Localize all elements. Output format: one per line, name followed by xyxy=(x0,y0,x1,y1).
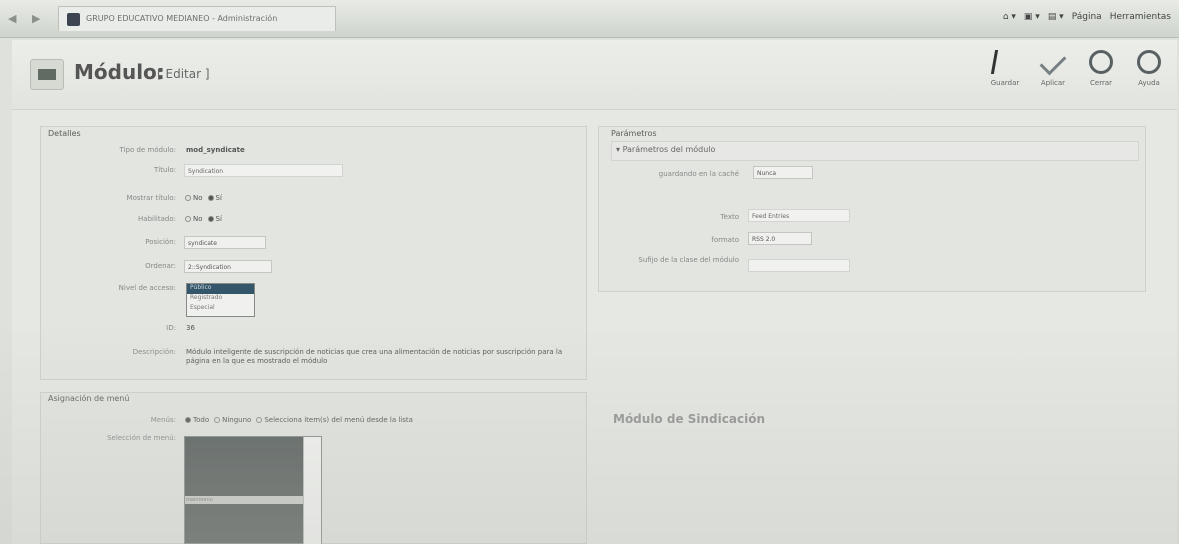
apply-button[interactable]: Aplicar xyxy=(1033,48,1073,87)
text-input[interactable]: Feed Entries xyxy=(748,209,850,222)
module-parameters-header[interactable]: ▾ Parámetros del módulo xyxy=(611,141,1139,161)
access-option-special[interactable]: Especial xyxy=(187,304,254,314)
show-title-no-radio[interactable] xyxy=(185,195,191,201)
page-subtitle: [ Editar ] xyxy=(157,67,210,81)
tools-menu[interactable]: Herramientas xyxy=(1110,12,1171,22)
enabled-no-radio[interactable] xyxy=(185,216,191,222)
browser-tab[interactable]: GRUPO EDUCATIVO MEDIANEO - Administració… xyxy=(58,6,336,31)
browser-toolbar: ◀ ▶ GRUPO EDUCATIVO MEDIANEO - Administr… xyxy=(0,0,1179,38)
page-title: Módulo: xyxy=(74,60,165,84)
feeds-icon[interactable]: ▣ ▾ xyxy=(1024,12,1040,22)
module-icon xyxy=(30,59,64,90)
page-menu[interactable]: Página xyxy=(1072,12,1102,22)
menu-item-label[interactable]: mainmenu xyxy=(185,496,303,504)
show-title-yes-radio[interactable] xyxy=(207,195,214,201)
assignment-legend: Asignación de menú xyxy=(48,394,130,403)
parameters-heading: ▾ Parámetros del módulo xyxy=(616,145,716,154)
enabled-yes-radio[interactable] xyxy=(207,216,214,222)
check-icon xyxy=(1039,48,1067,76)
site-favicon-icon xyxy=(67,13,80,26)
position-select[interactable]: syndicate xyxy=(184,236,266,249)
menus-none-radio[interactable] xyxy=(214,417,221,423)
order-select[interactable]: 2::Syndication xyxy=(184,260,272,273)
menu-scrollbar[interactable] xyxy=(303,437,321,544)
format-select[interactable]: RSS 2.0 xyxy=(748,232,812,245)
save-button[interactable]: Guardar xyxy=(985,50,1025,87)
home-icon[interactable]: ⌂ ▾ xyxy=(1003,12,1016,22)
browser-tools: ⌂ ▾ ▣ ▾ ▤ ▾ Página Herramientas xyxy=(995,12,1171,22)
help-icon xyxy=(1137,50,1161,74)
details-legend: Detalles xyxy=(48,129,81,138)
access-option-registered[interactable]: Registrado xyxy=(187,294,254,304)
close-button[interactable]: Cerrar xyxy=(1081,50,1121,87)
help-button[interactable]: Ayuda xyxy=(1129,50,1169,87)
tab-title: GRUPO EDUCATIVO MEDIANEO - Administració… xyxy=(86,14,278,23)
module-header: Módulo: [ Editar ] Guardar Aplicar Cerra… xyxy=(12,40,1177,110)
menus-all-radio[interactable] xyxy=(185,417,191,423)
parameters-legend: Parámetros xyxy=(611,129,657,138)
menu-selection-list[interactable]: mainmenu xyxy=(184,436,322,544)
action-toolbar: Guardar Aplicar Cerrar Ayuda xyxy=(985,48,1169,87)
suffix-input[interactable] xyxy=(748,259,850,272)
save-icon xyxy=(990,50,1020,74)
cache-select[interactable]: Nunca xyxy=(753,166,813,179)
print-icon[interactable]: ▤ ▾ xyxy=(1048,12,1064,22)
menus-select-radio[interactable] xyxy=(256,417,263,423)
close-icon xyxy=(1089,50,1113,74)
background-title: Módulo de Sindicación xyxy=(613,412,765,426)
title-input[interactable]: Syndication xyxy=(184,164,343,177)
access-option-public[interactable]: Público xyxy=(187,284,254,294)
access-level-list[interactable]: Público Registrado Especial xyxy=(186,283,255,317)
browser-nav[interactable]: ◀ ▶ xyxy=(8,12,46,25)
